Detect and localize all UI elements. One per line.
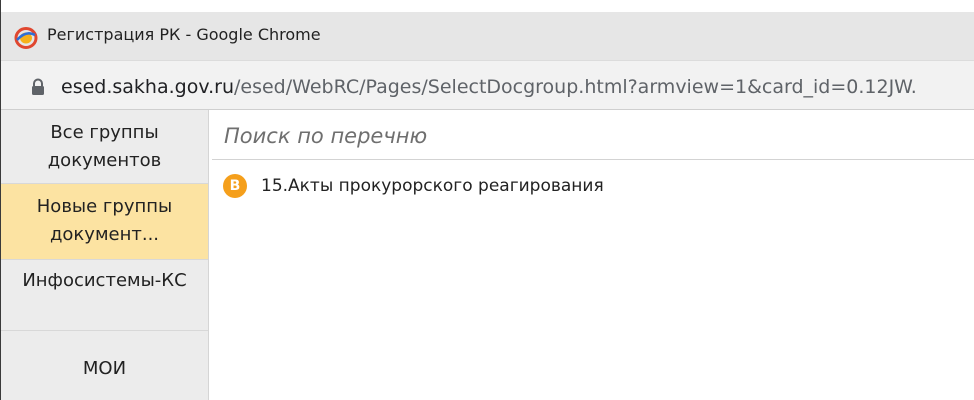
url-text[interactable]: esed.sakha.gov.ru/esed/WebRC/Pages/Selec…: [61, 76, 917, 98]
sidebar-item-label: МОИ: [82, 358, 127, 379]
sidebar-item-label: Новые группы документ...: [36, 196, 173, 245]
sidebar-item-infosystems[interactable]: Инфосистемы-КС: [1, 260, 208, 331]
lock-icon: [32, 78, 44, 95]
group-badge-icon: В: [223, 174, 247, 198]
search-input[interactable]: [212, 112, 974, 159]
sidebar-item-new-groups[interactable]: Новые группы документ...: [1, 184, 208, 260]
url-path: /esed/WebRC/Pages/SelectDocgroup.html?ar…: [234, 76, 917, 98]
sidebar-item-label: Инфосистемы-КС: [22, 270, 187, 291]
sidebar: Все группы документов Новые группы докум…: [1, 110, 209, 400]
list-item-label: 15.Акты прокурорского реагирования: [261, 176, 604, 196]
url-host: esed.sakha.gov.ru: [61, 76, 234, 98]
search-container: [212, 112, 974, 160]
sidebar-item-mine[interactable]: МОИ: [1, 331, 208, 400]
browser-window: Регистрация РК - Google Chrome esed.sakh…: [0, 0, 974, 400]
sidebar-item-all-groups[interactable]: Все группы документов: [1, 110, 208, 184]
address-bar[interactable]: esed.sakha.gov.ru/esed/WebRC/Pages/Selec…: [1, 60, 974, 110]
window-title: Регистрация РК - Google Chrome: [47, 25, 321, 44]
list-item[interactable]: В 15.Акты прокурорского реагирования: [223, 172, 604, 200]
browser-logo-icon: [14, 27, 38, 49]
sidebar-item-label: Все группы документов: [47, 122, 162, 171]
